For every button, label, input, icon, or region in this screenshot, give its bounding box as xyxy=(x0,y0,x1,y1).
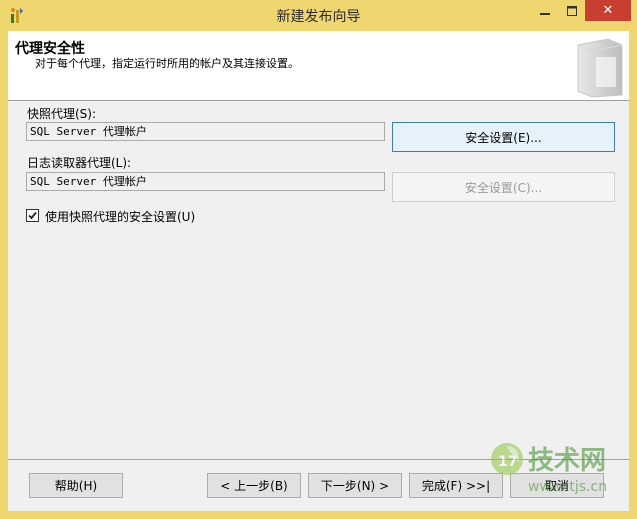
snapshot-security-settings-button[interactable]: 安全设置(E)... xyxy=(392,122,615,152)
use-snapshot-security-label[interactable]: 使用快照代理的安全设置(U) xyxy=(45,208,195,225)
log-reader-security-settings-button[interactable]: 安全设置(C)... xyxy=(392,172,615,202)
maximize-button[interactable] xyxy=(558,0,585,21)
log-reader-agent-account-field: SQL Server 代理帐户 xyxy=(26,172,385,191)
wizard-window: 新建发布向导 ✕ 代理安全性 对于每个代理，指定运行时所用的帐户及其连接设置。 xyxy=(0,0,637,519)
snapshot-agent-account-field: SQL Server 代理帐户 xyxy=(26,122,385,141)
title-bar[interactable]: 新建发布向导 ✕ xyxy=(0,0,637,31)
minimize-icon xyxy=(539,12,550,15)
server-graphic-icon xyxy=(577,38,623,98)
back-button[interactable]: < 上一步(B) xyxy=(207,473,301,498)
page-header: 代理安全性 对于每个代理，指定运行时所用的帐户及其连接设置。 xyxy=(8,31,629,101)
log-reader-agent-label: 日志读取器代理(L): xyxy=(27,156,132,170)
snapshot-agent-label: 快照代理(S): xyxy=(27,107,97,121)
checkmark-icon xyxy=(28,211,37,220)
wizard-body: 代理安全性 对于每个代理，指定运行时所用的帐户及其连接设置。 快照代理(S): … xyxy=(8,31,629,511)
cancel-button[interactable]: 取消 xyxy=(510,473,604,498)
use-snapshot-security-checkbox[interactable] xyxy=(26,209,39,222)
finish-button[interactable]: 完成(F) >>| xyxy=(409,473,503,498)
help-button[interactable]: 帮助(H) xyxy=(29,473,123,498)
next-button[interactable]: 下一步(N) > xyxy=(308,473,402,498)
footer-divider xyxy=(8,459,629,460)
close-button[interactable]: ✕ xyxy=(585,0,631,21)
page-description: 对于每个代理，指定运行时所用的帐户及其连接设置。 xyxy=(35,57,299,70)
minimize-button[interactable] xyxy=(531,0,558,21)
close-icon: ✕ xyxy=(602,3,614,18)
maximize-icon xyxy=(566,5,577,16)
